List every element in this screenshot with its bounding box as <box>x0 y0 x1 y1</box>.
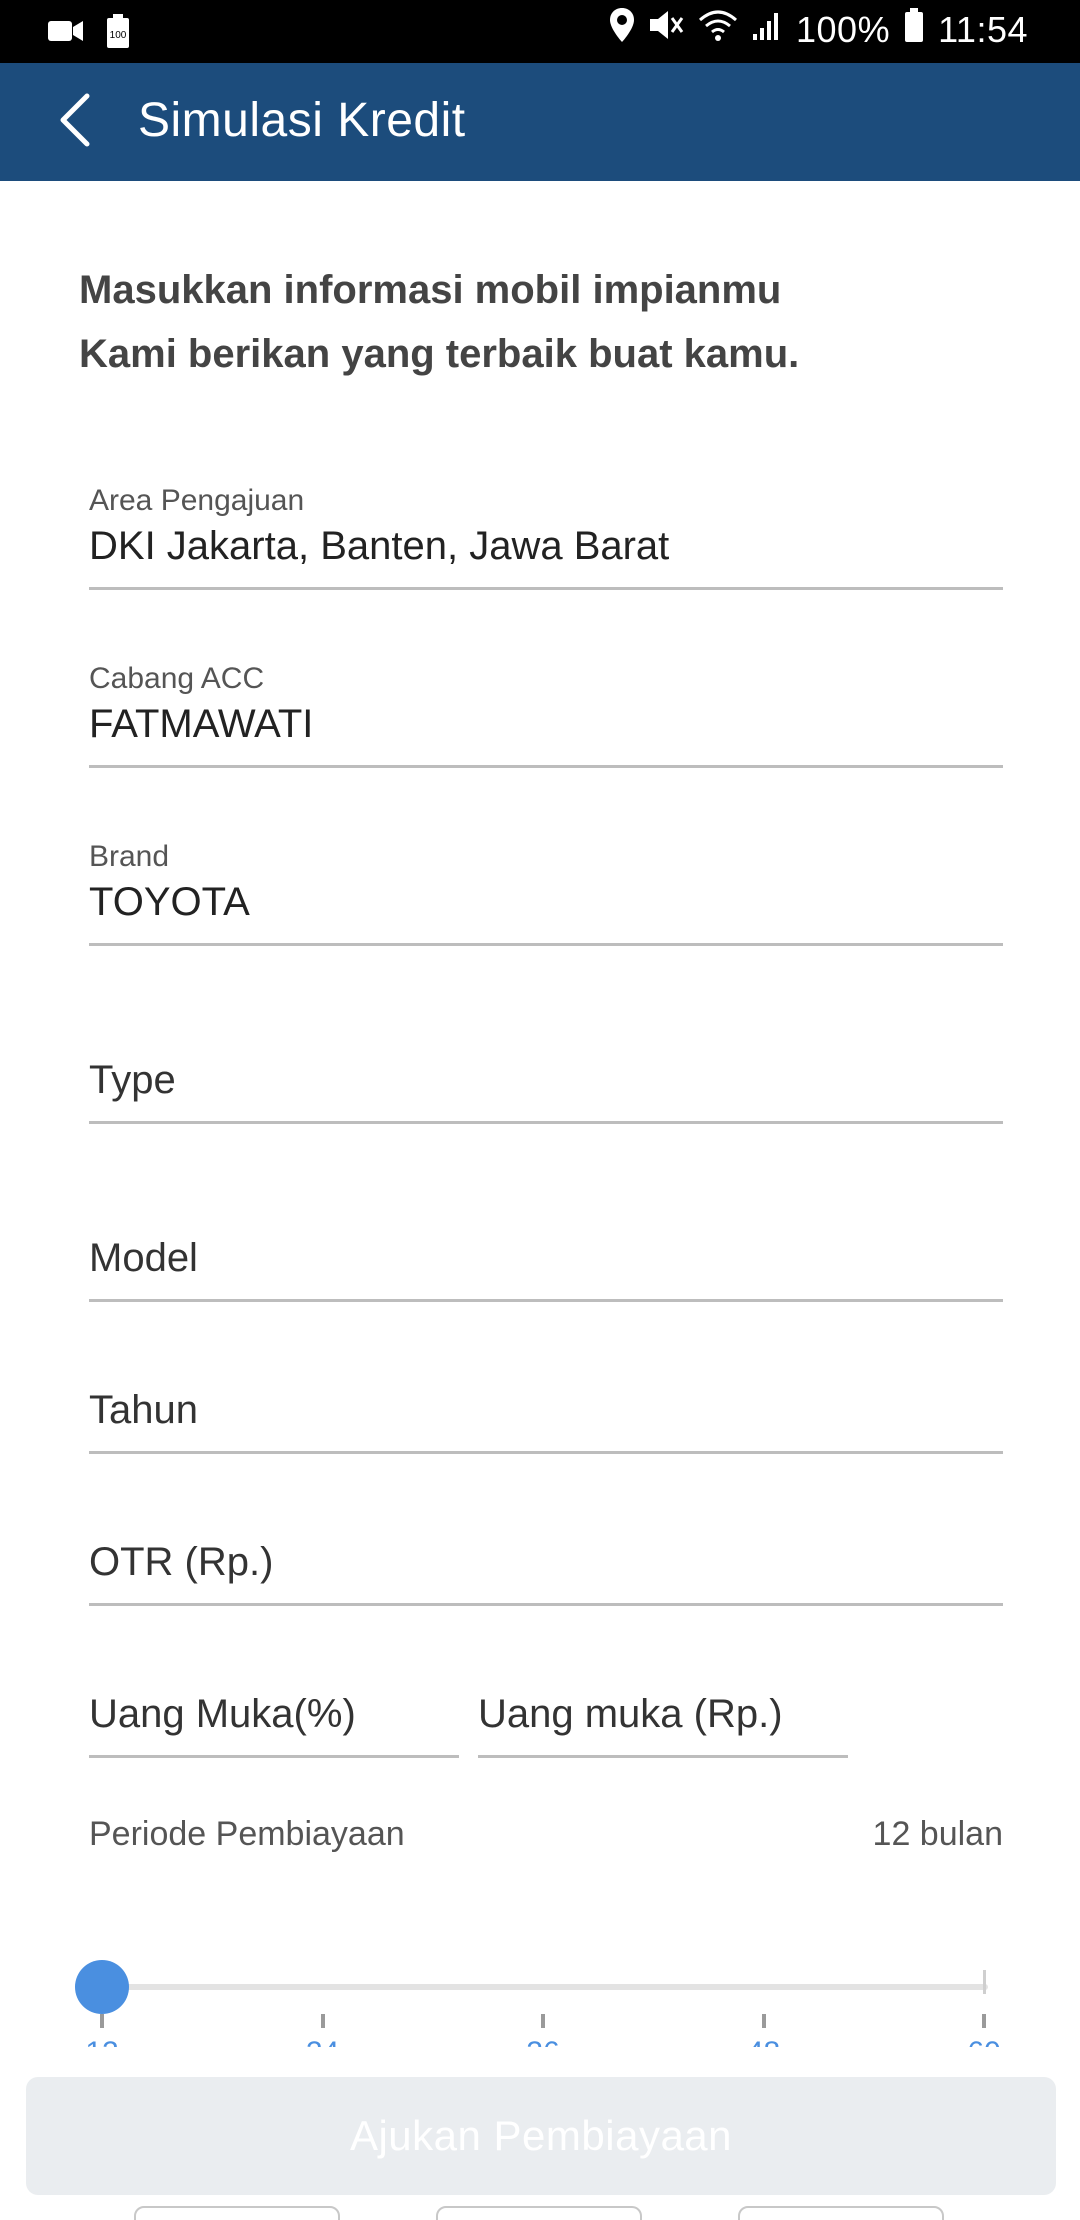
uang-muka-rp-placeholder: Uang muka (Rp.) <box>478 1692 783 1736</box>
battery-icon <box>904 8 924 51</box>
periode-pembiayaan-label: Periode Pembiayaan <box>89 1815 405 1853</box>
slider-clip <box>0 2047 1080 2077</box>
periode-slider[interactable]: 1224364860 <box>75 1960 1001 2069</box>
back-arrow-icon <box>55 92 95 153</box>
location-icon <box>610 8 634 51</box>
slider-tick <box>320 2014 325 2028</box>
battery-percent: 100% <box>796 8 891 50</box>
slider-thumb[interactable] <box>75 1960 129 2014</box>
bottom-tab-2[interactable] <box>436 2206 642 2220</box>
svg-text:100: 100 <box>110 30 127 41</box>
status-bar: 100 100% 11:54 <box>0 0 1080 63</box>
cabang-acc-field[interactable]: Cabang ACC FATMAWATI <box>89 662 1003 768</box>
area-pengajuan-field[interactable]: Area Pengajuan DKI Jakarta, Banten, Jawa… <box>89 484 1003 590</box>
bottom-tab-3[interactable] <box>738 2206 944 2220</box>
wifi-icon <box>698 8 738 51</box>
area-pengajuan-value: DKI Jakarta, Banten, Jawa Barat <box>89 524 670 568</box>
brand-label: Brand <box>89 840 170 873</box>
uang-muka-percent-field[interactable]: Uang Muka(%) <box>89 1652 459 1758</box>
uang-muka-percent-placeholder: Uang Muka(%) <box>89 1692 356 1736</box>
video-camera-icon <box>48 18 84 49</box>
model-field[interactable]: Model <box>89 1196 1003 1302</box>
brand-value: TOYOTA <box>89 880 250 924</box>
signal-icon <box>752 8 782 51</box>
area-pengajuan-label: Area Pengajuan <box>89 484 305 517</box>
slider-track <box>102 1984 988 1990</box>
battery-100-notification-icon: 100 <box>106 14 130 53</box>
type-placeholder: Type <box>89 1058 176 1102</box>
mute-icon <box>648 8 684 51</box>
clock: 11:54 <box>938 8 1028 50</box>
type-field[interactable]: Type <box>89 1018 1003 1124</box>
slider-tick <box>982 2014 986 2028</box>
slider-tick <box>100 2014 104 2028</box>
intro-line-2: Kami berikan yang terbaik buat kamu. <box>79 332 800 376</box>
cabang-acc-label: Cabang ACC <box>89 662 265 695</box>
slider-tick <box>541 2014 545 2028</box>
cabang-acc-value: FATMAWATI <box>89 702 314 746</box>
tahun-field[interactable]: Tahun <box>89 1348 1003 1454</box>
otr-field[interactable]: OTR (Rp.) <box>89 1500 1003 1606</box>
app-bar: Simulasi Kredit <box>0 63 1080 181</box>
back-button[interactable] <box>40 87 110 157</box>
brand-field[interactable]: Brand TOYOTA <box>89 840 1003 946</box>
bottom-tab-1[interactable] <box>134 2206 340 2220</box>
uang-muka-rp-field[interactable]: Uang muka (Rp.) <box>478 1652 848 1758</box>
model-placeholder: Model <box>89 1236 198 1280</box>
page-title: Simulasi Kredit <box>138 94 466 147</box>
slider-end-marker <box>983 1970 986 1994</box>
slider-tick <box>761 2014 766 2028</box>
intro-line-1: Masukkan informasi mobil impianmu <box>79 268 782 312</box>
intro-text: Masukkan informasi mobil impianmu Kami b… <box>79 258 799 386</box>
periode-pembiayaan-value: 12 bulan <box>872 1815 1003 1853</box>
otr-placeholder: OTR (Rp.) <box>89 1540 274 1584</box>
tahun-placeholder: Tahun <box>89 1388 198 1432</box>
ajukan-pembiayaan-button[interactable]: Ajukan Pembiayaan <box>26 2077 1056 2195</box>
